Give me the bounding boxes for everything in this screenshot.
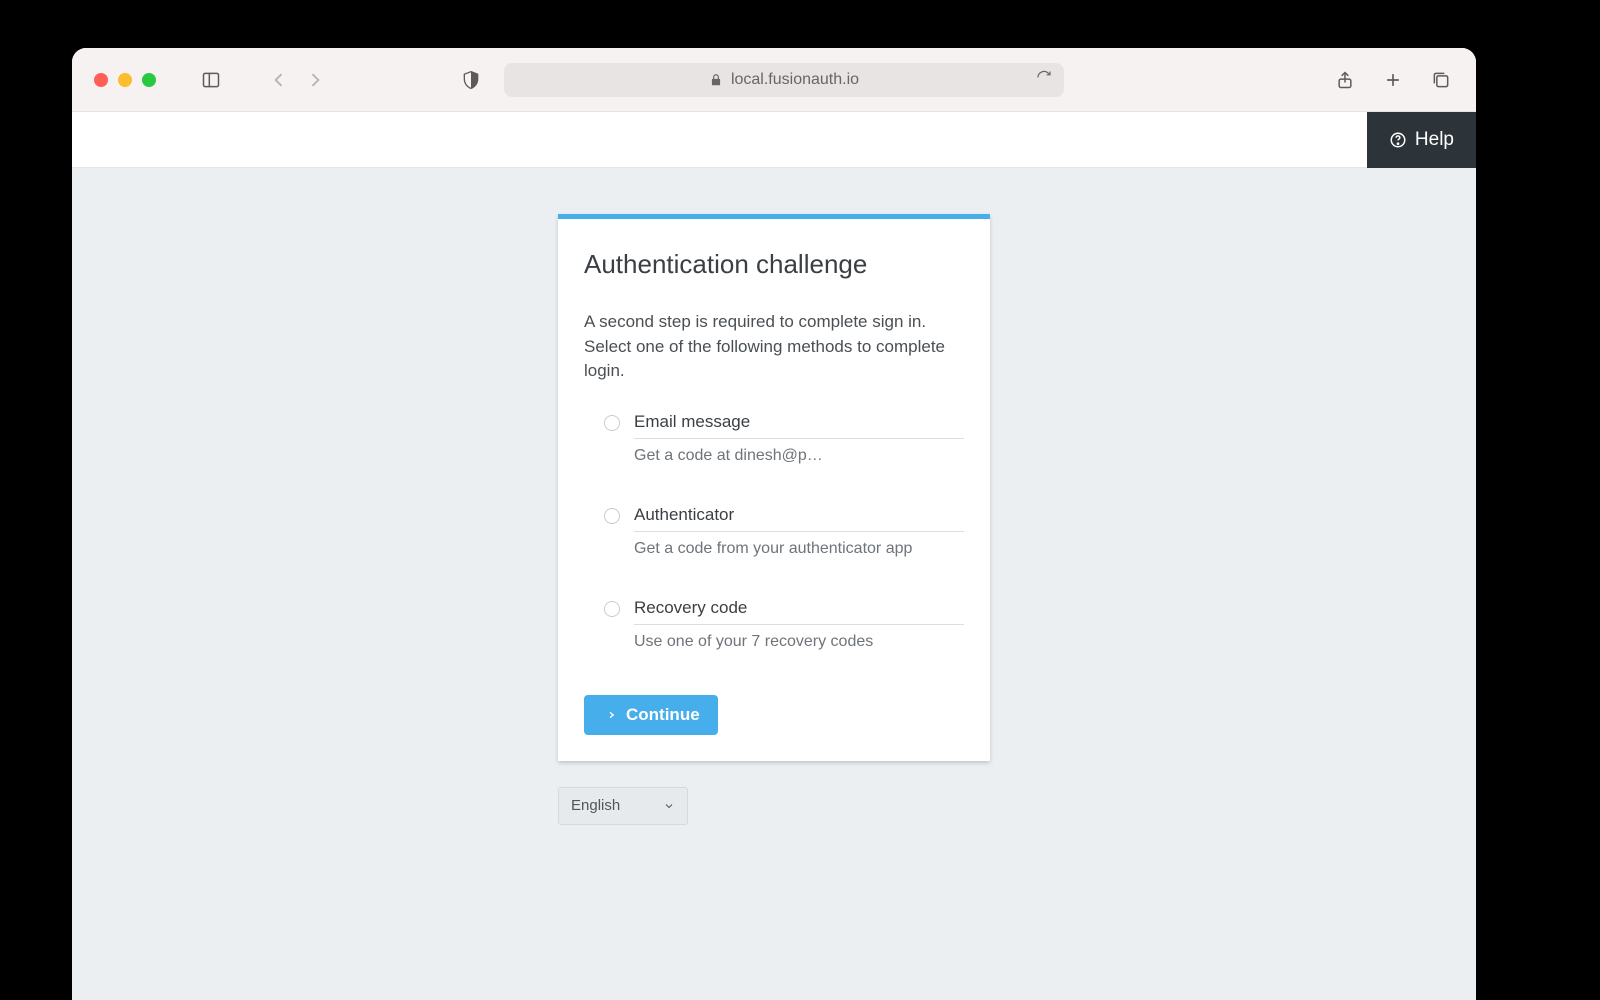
address-bar[interactable]: local.fusionauth.io	[504, 63, 1064, 97]
share-icon[interactable]	[1332, 67, 1358, 93]
chrome-right-icons	[1332, 67, 1454, 93]
privacy-shield-icon[interactable]	[458, 67, 484, 93]
auth-challenge-card: Authentication challenge A second step i…	[558, 214, 990, 761]
url-text: local.fusionauth.io	[731, 71, 859, 89]
help-button[interactable]: Help	[1367, 112, 1476, 168]
browser-window: local.fusionauth.io Help Authentic	[72, 48, 1476, 1000]
option-email-desc: Get a code at dinesh@p…	[634, 447, 964, 465]
sidebar-toggle-icon[interactable]	[198, 67, 224, 93]
option-recovery-title: Recovery code	[634, 598, 964, 625]
option-recovery-desc: Use one of your 7 recovery codes	[634, 633, 964, 651]
option-authenticator[interactable]: Authenticator Get a code from your authe…	[584, 505, 964, 558]
option-email[interactable]: Email message Get a code at dinesh@p…	[584, 412, 964, 465]
maximize-window-button[interactable]	[142, 73, 156, 87]
option-email-title: Email message	[634, 412, 964, 439]
radio-recovery[interactable]	[604, 601, 620, 617]
lock-icon	[709, 73, 723, 87]
language-selected: English	[571, 797, 620, 814]
help-label: Help	[1415, 129, 1454, 151]
continue-button[interactable]: Continue	[584, 695, 718, 735]
reload-button[interactable]	[1036, 69, 1052, 90]
page-content: Authentication challenge A second step i…	[72, 168, 1476, 1000]
card-title: Authentication challenge	[584, 249, 964, 280]
minimize-window-button[interactable]	[118, 73, 132, 87]
card-description: A second step is required to complete si…	[584, 310, 964, 384]
back-button[interactable]	[266, 67, 292, 93]
continue-label: Continue	[626, 705, 700, 725]
option-authenticator-desc: Get a code from your authenticator app	[634, 540, 964, 558]
option-recovery[interactable]: Recovery code Use one of your 7 recovery…	[584, 598, 964, 651]
window-controls	[94, 73, 156, 87]
app-topbar: Help	[72, 112, 1476, 168]
language-selector[interactable]: English	[558, 787, 688, 825]
forward-button[interactable]	[302, 67, 328, 93]
language-selector-wrap: English	[558, 787, 990, 825]
radio-authenticator[interactable]	[604, 508, 620, 524]
radio-email[interactable]	[604, 415, 620, 431]
tabs-overview-icon[interactable]	[1428, 67, 1454, 93]
option-authenticator-title: Authenticator	[634, 505, 964, 532]
close-window-button[interactable]	[94, 73, 108, 87]
browser-chrome: local.fusionauth.io	[72, 48, 1476, 112]
new-tab-icon[interactable]	[1380, 67, 1406, 93]
arrow-right-icon	[602, 708, 616, 722]
help-icon	[1389, 131, 1407, 149]
chevron-down-icon	[663, 800, 675, 812]
